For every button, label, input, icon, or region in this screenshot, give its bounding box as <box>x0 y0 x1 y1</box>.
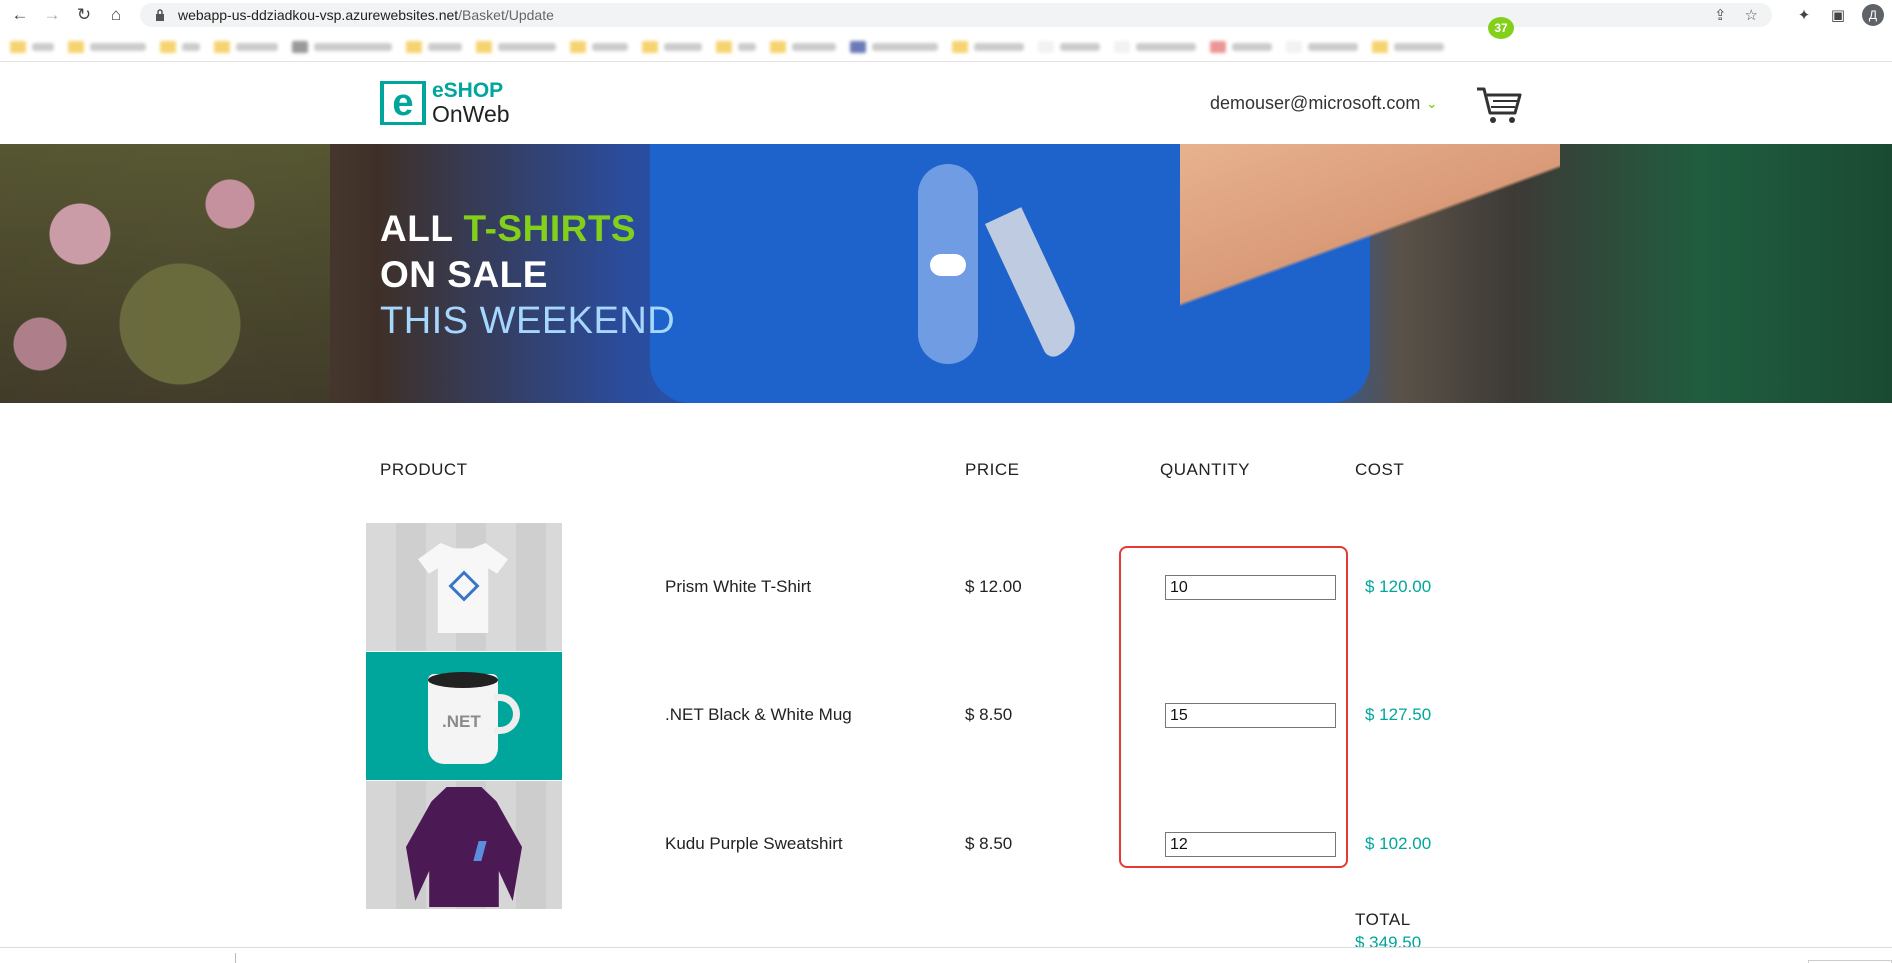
cart-icon[interactable] <box>1475 81 1523 125</box>
side-panel-icon[interactable]: ▣ <box>1828 5 1848 25</box>
bookmark-folder[interactable] <box>476 37 556 57</box>
lock-icon <box>152 7 168 23</box>
bookmark-folder[interactable] <box>570 37 628 57</box>
hero-line1-b: T-SHIRTS <box>463 208 637 249</box>
logo-onweb-text: OnWeb <box>432 101 510 128</box>
basket-row: Kudu Purple Sweatshirt $ 8.50 $ 102.00 <box>0 781 1892 909</box>
bookmark-folder[interactable] <box>68 37 146 57</box>
quantity-input[interactable] <box>1165 575 1336 600</box>
column-header-cost: COST <box>1355 460 1405 479</box>
logo-mark: e <box>380 81 426 126</box>
sweatshirt-image <box>366 781 562 909</box>
bookmark-folder[interactable] <box>10 37 54 57</box>
bottom-bar <box>0 947 1892 963</box>
mug-print-text: .NET <box>442 712 481 731</box>
bookmark-item[interactable] <box>1372 37 1444 57</box>
profile-avatar[interactable]: Д <box>1862 4 1884 26</box>
url-path: /Basket/Update <box>458 7 554 23</box>
bookmark-item[interactable] <box>1210 37 1272 57</box>
user-email: demouser@microsoft.com <box>1210 93 1421 113</box>
hero-line3: THIS WEEKEND <box>380 300 676 342</box>
bookmark-folder[interactable] <box>952 37 1024 57</box>
basket-row: Prism White T-Shirt $ 12.00 $ 120.00 <box>0 523 1892 651</box>
hero-headline: ALL T-SHIRTS ON SALE THIS WEEKEND <box>380 206 675 344</box>
logo-eshop-text: eSHOP <box>432 79 504 102</box>
tshirt-image <box>366 523 562 651</box>
back-icon[interactable]: ← <box>4 0 36 30</box>
product-cost: $ 120.00 <box>1365 577 1432 596</box>
bookmarks-bar <box>0 32 1892 62</box>
extensions-icon[interactable]: ✦ <box>1794 5 1814 25</box>
column-header-product: PRODUCT <box>380 460 468 479</box>
bookmark-item[interactable] <box>850 37 938 57</box>
bookmark-item[interactable] <box>1038 37 1100 57</box>
column-header-quantity: QUANTITY <box>1160 460 1250 479</box>
bookmark-item[interactable] <box>1286 37 1358 57</box>
hero-arm-graphic <box>1180 144 1560 403</box>
reload-icon[interactable]: ↻ <box>68 0 100 30</box>
product-name: Prism White T-Shirt <box>665 577 812 596</box>
bookmark-folder[interactable] <box>642 37 702 57</box>
column-header-price: PRICE <box>965 460 1020 479</box>
product-price: $ 8.50 <box>965 705 1013 724</box>
quantity-input[interactable] <box>1165 832 1336 857</box>
bookmark-folder[interactable] <box>770 37 836 57</box>
bookmark-folder[interactable] <box>160 37 200 57</box>
quantity-input[interactable] <box>1165 703 1336 728</box>
product-cost: $ 102.00 <box>1365 834 1432 853</box>
hero-line1-a: ALL <box>380 208 464 249</box>
eshop-logo[interactable]: e eSHOP OnWeb <box>380 79 510 128</box>
bookmark-item[interactable] <box>1114 37 1196 57</box>
product-price: $ 12.00 <box>965 577 1022 596</box>
site-header: e eSHOP OnWeb demouser@microsoft.com ⌄ <box>0 63 1892 144</box>
user-menu[interactable]: demouser@microsoft.com ⌄ <box>1210 93 1437 114</box>
hero-line2: ON SALE <box>380 254 548 295</box>
address-bar[interactable]: webapp-us-ddziadkou-vsp.azurewebsites.ne… <box>140 3 1772 27</box>
browser-toolbar: ← → ↻ ⌂ webapp-us-ddziadkou-vsp.azureweb… <box>0 0 1892 30</box>
cloud-icon <box>930 254 966 276</box>
hero-flowers-background <box>0 144 330 403</box>
share-icon[interactable]: ⇪ <box>1714 6 1727 24</box>
bookmark-item[interactable] <box>292 37 392 57</box>
chevron-down-icon: ⌄ <box>1426 95 1438 111</box>
cart-count-badge: 37 <box>1488 17 1514 39</box>
hero-banner: ALL T-SHIRTS ON SALE THIS WEEKEND <box>0 144 1892 403</box>
bookmark-folder[interactable] <box>406 37 462 57</box>
product-cost: $ 127.50 <box>1365 705 1432 724</box>
product-name: Kudu Purple Sweatshirt <box>665 834 843 853</box>
bookmark-folder[interactable] <box>214 37 278 57</box>
total-label: TOTAL <box>1355 910 1411 929</box>
bookmark-star-icon[interactable]: ☆ <box>1745 6 1758 24</box>
home-icon[interactable]: ⌂ <box>100 0 132 30</box>
forward-icon[interactable]: → <box>36 0 68 30</box>
product-price: $ 8.50 <box>965 834 1013 853</box>
mug-image: .NET <box>366 652 562 780</box>
product-name: .NET Black & White Mug <box>665 705 852 724</box>
url-host: webapp-us-ddziadkou-vsp.azurewebsites.ne… <box>178 7 459 23</box>
basket-row: .NET .NET Black & White Mug $ 8.50 $ 127… <box>0 652 1892 780</box>
bookmark-folder[interactable] <box>716 37 756 57</box>
